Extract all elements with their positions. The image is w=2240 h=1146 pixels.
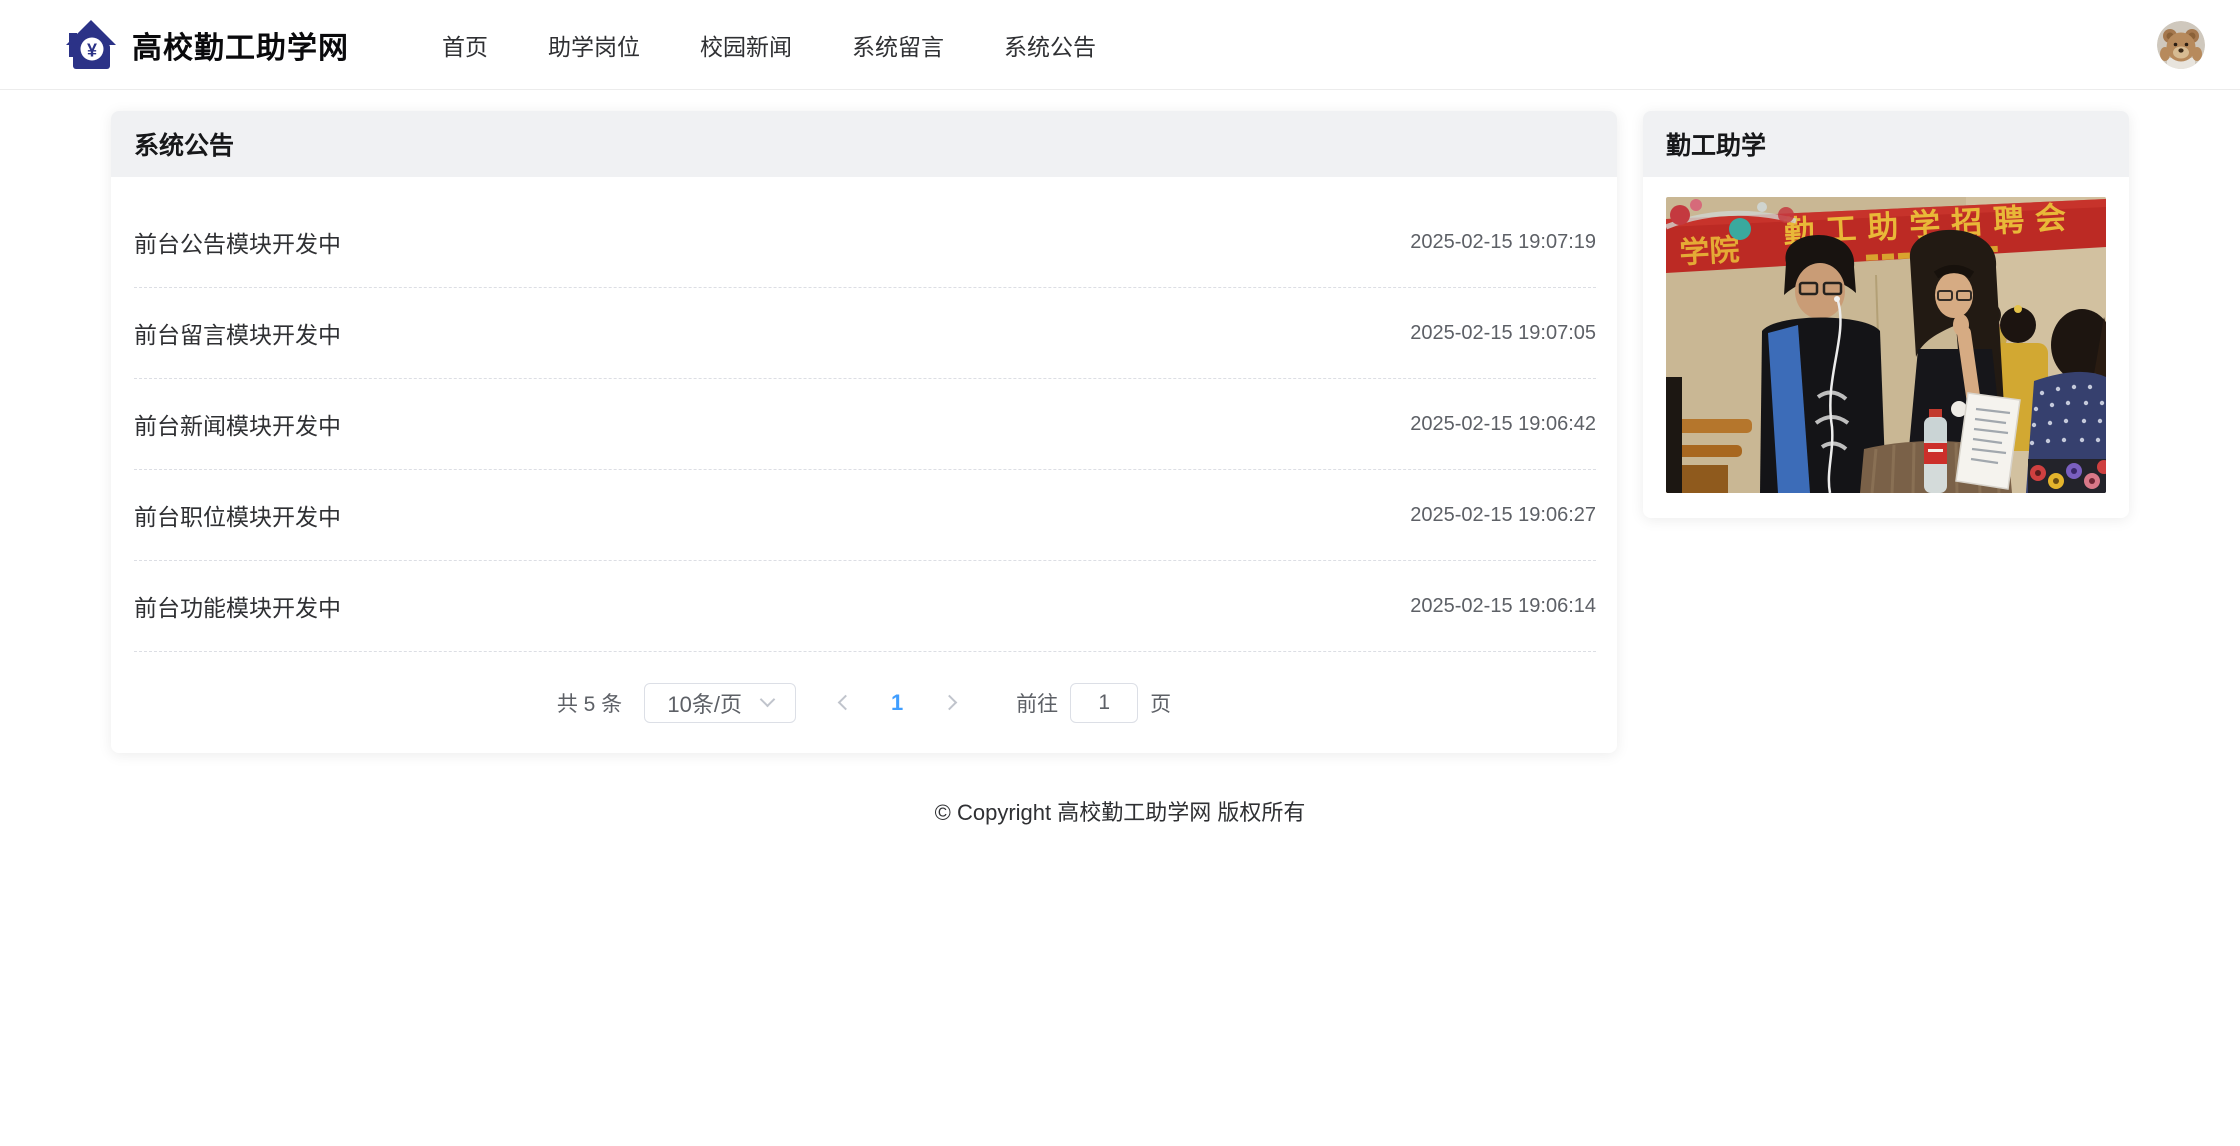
brand[interactable]: ¥ 高校勤工助学网 [64,18,349,72]
announcement-title[interactable]: 前台留言模块开发中 [134,316,341,350]
work-study-panel: 勤工助学 学院 勤工助学招聘会 [1643,111,2129,518]
nav-item-system-announcements[interactable]: 系统公告 [1004,28,1096,62]
announcement-row[interactable]: 前台职位模块开发中 2025-02-15 19:06:27 [134,470,1596,561]
page-number-current[interactable]: 1 [868,690,926,716]
announcements-list: 前台公告模块开发中 2025-02-15 19:07:19 前台留言模块开发中 … [111,177,1617,652]
teddy-bear-avatar-image [2157,20,2205,69]
announcements-panel-title: 系统公告 [134,132,235,160]
announcement-time: 2025-02-15 19:06:27 [1410,503,1596,526]
goto-page-label: 前往 [1016,692,1059,716]
banner-text-left: 学院 [1679,233,1741,270]
nav-item-work-study-jobs[interactable]: 助学岗位 [548,28,640,62]
chevron-right-icon [941,694,957,711]
goto-page-input[interactable] [1070,682,1139,723]
nav-item-home[interactable]: 首页 [442,28,488,62]
announcement-title[interactable]: 前台新闻模块开发中 [134,407,341,441]
announcements-panel-header: 系统公告 [111,111,1617,177]
announcement-row[interactable]: 前台留言模块开发中 2025-02-15 19:07:05 [134,288,1596,379]
page-size-value: 10条/页 [667,691,742,717]
announcement-title[interactable]: 前台公告模块开发中 [134,225,341,259]
work-study-photo: 学院 勤工助学招聘会 [1643,177,2129,518]
chevron-left-icon [837,694,853,711]
prev-page-button[interactable] [822,683,868,723]
brand-title: 高校勤工助学网 [132,31,349,65]
announcement-row[interactable]: 前台新闻模块开发中 2025-02-15 19:06:42 [134,379,1596,470]
pagination-total: 共 5 条 [556,692,623,716]
next-page-button[interactable] [926,683,972,723]
work-study-panel-title: 勤工助学 [1666,132,1767,160]
nav-item-system-messages[interactable]: 系统留言 [852,28,944,62]
content-area: 系统公告 前台公告模块开发中 2025-02-15 19:07:19 前台留言模… [0,90,2240,753]
announcement-time: 2025-02-15 19:07:19 [1410,230,1596,253]
page-footer: © Copyright 高校勤工助学网 版权所有 [0,795,2240,827]
announcement-time: 2025-02-15 19:06:14 [1410,594,1596,617]
announcement-title[interactable]: 前台功能模块开发中 [134,589,341,623]
recruitment-fair-photo-illustration: 学院 勤工助学招聘会 [1666,197,2106,493]
user-avatar[interactable] [2157,20,2205,69]
main-nav: 首页 助学岗位 校园新闻 系统留言 系统公告 [442,28,1156,62]
copyright-text: © Copyright 高校勤工助学网 版权所有 [934,800,1306,825]
announcement-row[interactable]: 前台公告模块开发中 2025-02-15 19:07:19 [134,197,1596,288]
logo-yuan-symbol: ¥ [87,40,97,60]
announcement-time: 2025-02-15 19:07:05 [1410,321,1596,344]
chevron-down-icon [759,691,776,708]
nav-item-campus-news[interactable]: 校园新闻 [700,28,792,62]
page-size-select[interactable]: 10条/页 [644,682,797,723]
announcement-row[interactable]: 前台功能模块开发中 2025-02-15 19:06:14 [134,561,1596,652]
work-study-panel-header: 勤工助学 [1643,111,2129,177]
announcement-time: 2025-02-15 19:06:42 [1410,412,1596,435]
announcements-panel: 系统公告 前台公告模块开发中 2025-02-15 19:07:19 前台留言模… [111,111,1617,753]
house-yuan-logo-icon: ¥ [66,19,116,69]
pagination: 共 5 条 10条/页 1 前往 页 [111,652,1617,753]
top-navbar: ¥ 高校勤工助学网 首页 助学岗位 校园新闻 系统留言 系统公告 [0,0,2240,90]
announcement-title[interactable]: 前台职位模块开发中 [134,498,341,532]
goto-page-unit-label: 页 [1150,692,1172,716]
